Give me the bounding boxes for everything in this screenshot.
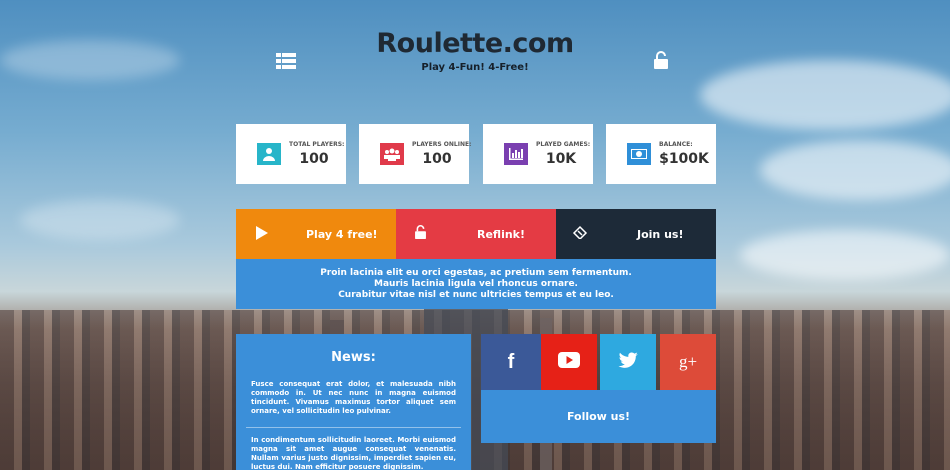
twitter-icon bbox=[618, 352, 638, 372]
user-icon bbox=[257, 143, 281, 165]
site-subtitle: Play 4-Fun! 4-Free! bbox=[421, 62, 529, 73]
info-line: Mauris lacinia ligula vel rhoncus ornare… bbox=[374, 279, 578, 289]
stat-card-total-players: TOTAL PLAYERS: 100 bbox=[236, 124, 346, 184]
play-icon bbox=[256, 226, 268, 243]
reflink-button[interactable]: Reflink! bbox=[396, 209, 556, 259]
unlock-icon bbox=[415, 225, 426, 242]
news-divider bbox=[246, 427, 461, 428]
google-plus-icon: g+ bbox=[678, 352, 698, 371]
stat-label: TOTAL PLAYERS: bbox=[289, 141, 345, 148]
stat-label: PLAYERS ONLINE: bbox=[412, 141, 472, 148]
youtube-icon bbox=[558, 352, 580, 372]
join-us-label: Join us! bbox=[637, 228, 684, 241]
reflink-label: Reflink! bbox=[477, 228, 526, 241]
news-title: News: bbox=[331, 350, 376, 365]
stat-label: PLAYED GAMES: bbox=[536, 141, 591, 148]
stat-value: 100 bbox=[422, 151, 452, 167]
facebook-button[interactable]: f bbox=[481, 334, 541, 390]
info-banner: Proin lacinia elit eu orci egestas, ac p… bbox=[236, 259, 716, 309]
site-title: Roulette.com bbox=[376, 28, 574, 59]
info-line: Proin lacinia elit eu orci egestas, ac p… bbox=[320, 268, 632, 278]
play-free-button[interactable]: Play 4 free! bbox=[236, 209, 396, 259]
unlock-icon[interactable] bbox=[654, 51, 668, 69]
twitter-button[interactable] bbox=[600, 334, 656, 390]
info-line: Curabitur vitae nisl et nunc ultricies t… bbox=[338, 290, 614, 300]
stat-label: BALANCE: bbox=[659, 141, 693, 148]
stat-card-played-games: PLAYED GAMES: 10K bbox=[483, 124, 593, 184]
stat-card-players-online: PLAYERS ONLINE: 100 bbox=[359, 124, 472, 184]
follow-us-label: Follow us! bbox=[481, 390, 716, 443]
google-plus-button[interactable]: g+ bbox=[660, 334, 716, 390]
group-icon bbox=[380, 143, 404, 165]
stat-value: 100 bbox=[299, 151, 329, 167]
bar-chart-icon bbox=[504, 143, 528, 165]
play-free-label: Play 4 free! bbox=[306, 228, 378, 241]
facebook-icon: f bbox=[507, 350, 515, 373]
ticket-icon bbox=[572, 225, 588, 242]
stat-card-balance: BALANCE: $100K bbox=[606, 124, 716, 184]
stat-value: $100K bbox=[659, 151, 709, 167]
news-panel: News: Fusce consequat erat dolor, et mal… bbox=[236, 334, 471, 470]
news-paragraph: Fusce consequat erat dolor, et malesuada… bbox=[251, 380, 456, 415]
money-icon bbox=[627, 143, 651, 165]
stat-value: 10K bbox=[545, 151, 577, 167]
join-us-button[interactable]: Join us! bbox=[556, 209, 716, 259]
youtube-button[interactable] bbox=[541, 334, 597, 390]
news-paragraph: In condimentum sollicitudin laoreet. Mor… bbox=[251, 436, 456, 470]
